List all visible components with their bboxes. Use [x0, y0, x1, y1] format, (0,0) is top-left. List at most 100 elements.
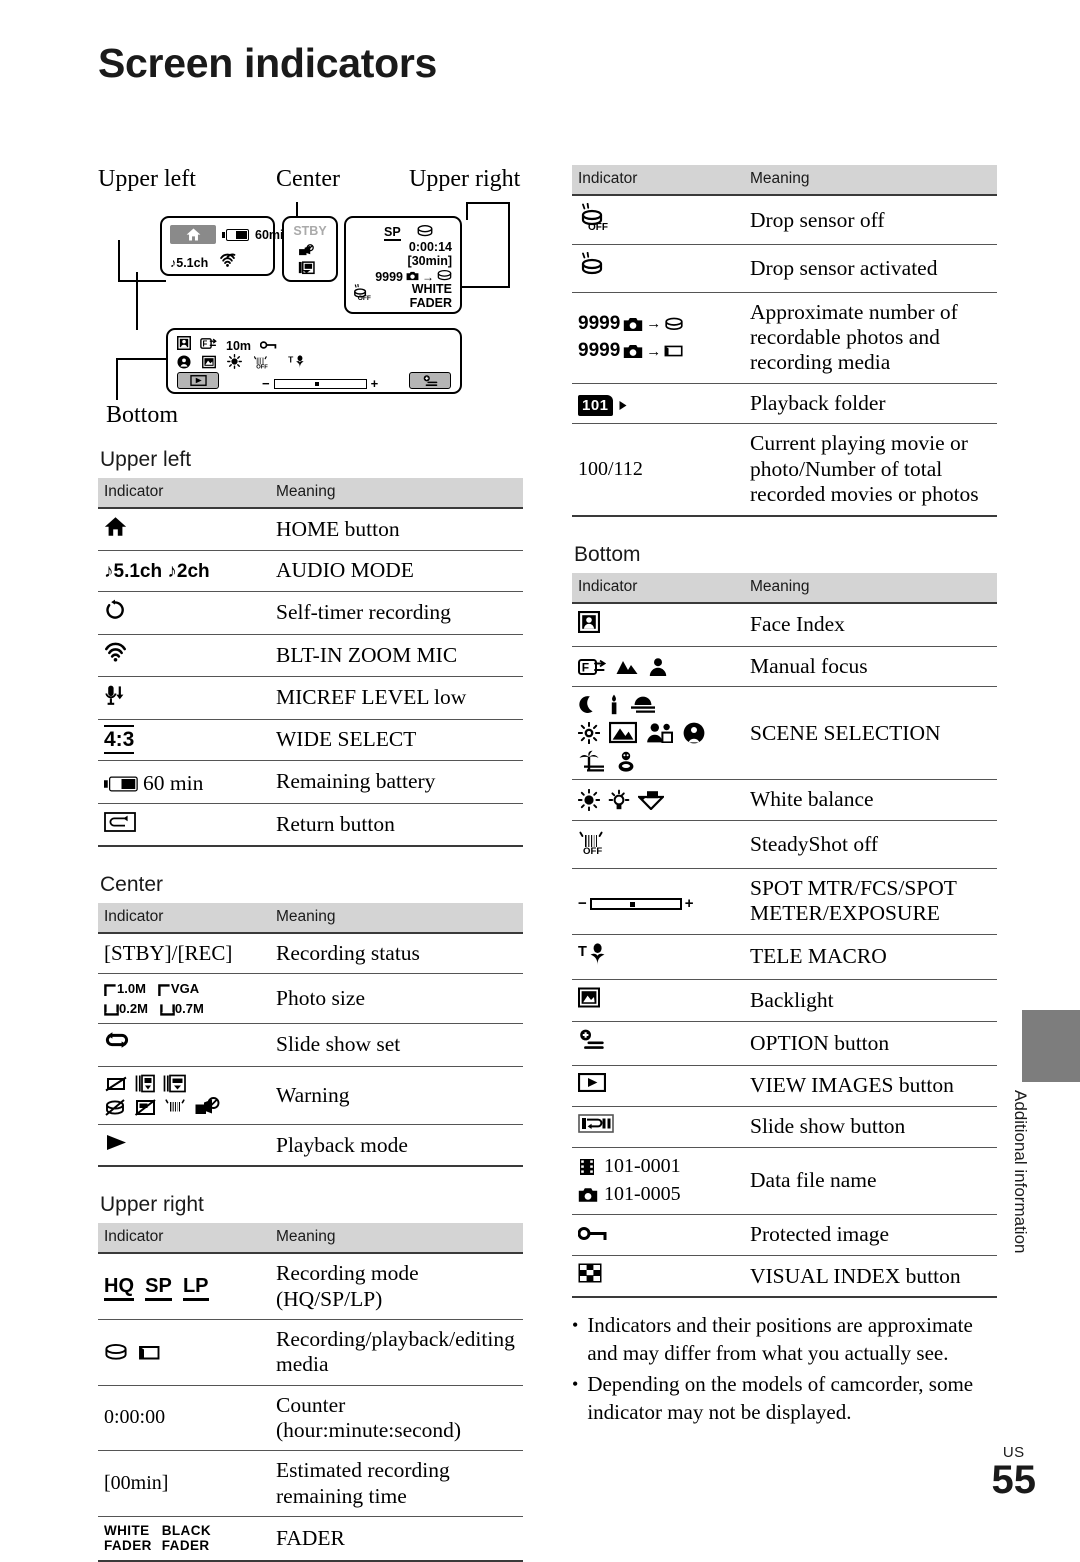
row-meaning: Photo size	[270, 973, 523, 1024]
svg-text:F: F	[203, 339, 208, 348]
row-meaning: WIDE SELECT	[270, 719, 523, 761]
col-header-indicator: Indicator	[572, 165, 744, 196]
exposure-bar-icon[interactable]	[273, 378, 367, 389]
table-row: Protected image	[572, 1214, 997, 1256]
home-icon	[170, 225, 216, 244]
protected-image-icon	[577, 1223, 608, 1248]
section-heading: Upper right	[100, 1193, 204, 1217]
counter-text: 0:00:14	[408, 240, 452, 254]
table-row: SCENE SELECTION	[572, 686, 997, 781]
twilight-icon	[579, 695, 593, 713]
diagram-label-upper-left: Upper left	[98, 166, 196, 192]
leader-line-upper-right-v2	[508, 202, 510, 288]
fireworks-icon	[578, 721, 600, 744]
media-icons	[104, 1343, 264, 1362]
tele-macro-icon: T	[288, 354, 308, 374]
table-row: WHITE FADER BLACK FADER FADER	[98, 1516, 523, 1562]
steadyshot-off-icon: OFF	[253, 354, 269, 374]
zoom-mic-icon	[104, 642, 127, 668]
recording-status-text: STBY	[293, 224, 327, 238]
section-heading: Center	[100, 872, 164, 896]
col-header-indicator: Indicator	[98, 1223, 270, 1255]
row-meaning: Data file name	[744, 1147, 997, 1215]
beach-icon	[579, 751, 604, 772]
recordable-photos-icon: 9999 → 9999 →	[578, 313, 738, 363]
fader-line-1: WHITE	[411, 282, 452, 296]
table-row: Return button	[98, 803, 523, 847]
backlight-icon	[578, 987, 600, 1014]
row-meaning: FADER	[270, 1516, 523, 1562]
manual-focus-icons: F	[578, 657, 738, 677]
lens-cover-warning-icon	[298, 244, 315, 262]
battery-text: 60 min	[143, 771, 204, 796]
leader-line-upper-right-h1	[466, 202, 510, 204]
table-row: MICREF LEVEL low	[98, 676, 523, 720]
svg-text:F: F	[582, 660, 589, 674]
svg-text:T: T	[288, 354, 294, 364]
face-index-icon	[577, 610, 601, 639]
section-heading: Bottom	[574, 542, 641, 566]
table-row: Warning	[98, 1066, 523, 1126]
row-meaning: Protected image	[744, 1214, 997, 1256]
remaining-time-text: [30min]	[407, 254, 452, 268]
view-images-icon[interactable]	[177, 372, 219, 389]
center-table: Indicator Meaning [STBY]/[REC] Recording…	[98, 902, 523, 1168]
row-meaning: Playback folder	[744, 383, 997, 425]
bottom-table: Indicator Meaning Face Index F Manual fo…	[572, 572, 997, 1299]
table-row: BLT-IN ZOOM MIC	[98, 634, 523, 677]
row-meaning: Approximate number of recordable photos …	[744, 292, 997, 384]
leader-line-upper-right-v1	[466, 202, 468, 220]
backlight-icon	[202, 355, 216, 374]
photo-size-icon: 1.0M VGA 0.2M 0.7M	[104, 981, 264, 1016]
row-meaning: Manual focus	[744, 646, 997, 688]
white-balance-icons	[578, 788, 738, 811]
snow-icon	[618, 752, 634, 772]
diagram-label-bottom: Bottom	[106, 402, 179, 428]
counter-value: 0:00:00	[98, 1385, 270, 1452]
table-row: 9999 → 9999 → Approximate number of reco…	[572, 292, 997, 384]
side-tab-marker	[1022, 1010, 1080, 1082]
table-row: 101 Playback folder	[572, 383, 997, 425]
micref-level-icon	[104, 684, 126, 712]
row-meaning: Recording status	[270, 932, 523, 975]
table-row: 60 min Remaining battery	[98, 760, 523, 805]
table-row: VIEW IMAGES button	[572, 1065, 997, 1107]
row-meaning: Slide show button	[744, 1106, 997, 1148]
tele-macro-icon: T	[578, 942, 610, 972]
row-meaning: OPTION button	[744, 1021, 997, 1066]
battery-icon	[222, 228, 249, 241]
side-tab-label: Additional information	[1011, 1090, 1030, 1254]
lcd-screen-diagram: Upper left Center Upper right Bottom 60m…	[98, 160, 523, 430]
svg-text:OFF: OFF	[358, 295, 371, 301]
face-index-icon	[177, 336, 191, 355]
recording-status-value: [STBY]/[REC]	[98, 932, 270, 975]
row-meaning: Recording/playback/editing media	[270, 1319, 523, 1386]
remaining-time-value: [00min]	[98, 1450, 270, 1518]
table-row: T TELE MACRO	[572, 934, 997, 981]
self-timer-icon	[104, 599, 126, 627]
col-header-indicator: Indicator	[98, 478, 270, 509]
row-meaning: SteadyShot off	[744, 820, 997, 870]
note-text: Indicators and their positions are appro…	[587, 1313, 973, 1366]
sunrise-sunset-icon	[631, 696, 655, 713]
table-row: Recording/playback/editing media	[98, 1319, 523, 1386]
leader-line-bottom-h	[116, 358, 166, 360]
audio-mode-icon: ♪5.1ch ♪2ch	[104, 561, 210, 583]
visual-index-icon	[578, 1263, 602, 1289]
zoom-mic-icon	[219, 253, 236, 272]
row-meaning: Slide show set	[270, 1023, 523, 1068]
table-row: − + SPOT MTR/FCS/SPOT METER/EXPOSURE	[572, 868, 997, 935]
row-meaning: AUDIO MODE	[270, 550, 523, 592]
exposure-minus-label: −	[262, 376, 270, 391]
landscape-icon	[609, 722, 637, 744]
row-meaning: Estimated recording remaining time	[270, 1450, 523, 1518]
left-column: Upper left Center Upper right Bottom 60m…	[98, 160, 523, 1562]
leader-line-upper-left-v	[118, 240, 120, 282]
home-icon	[104, 516, 127, 543]
folio-number: 55	[991, 1458, 1037, 1502]
row-meaning: SCENE SELECTION	[744, 686, 997, 781]
row-meaning: Current playing movie or photo/Number of…	[744, 423, 997, 517]
table-row: 4:3 WIDE SELECT	[98, 719, 523, 761]
table-row: Drop sensor activated	[572, 244, 997, 293]
option-icon[interactable]	[409, 372, 451, 389]
